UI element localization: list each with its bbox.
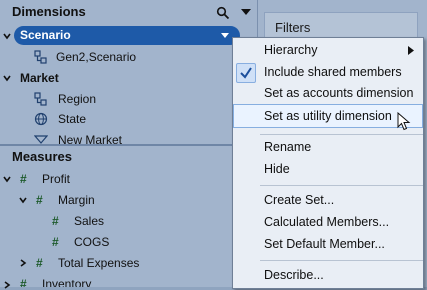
inventory-label: Inventory bbox=[42, 277, 92, 287]
chevron-down-icon[interactable] bbox=[2, 174, 12, 184]
margin-label: Margin bbox=[58, 193, 95, 207]
dimension-level-gen2-scenario[interactable]: Gen2,Scenario bbox=[34, 47, 234, 67]
menu-item-label: Calculated Members... bbox=[264, 215, 390, 229]
measure-item-cogs[interactable]: # COGS bbox=[52, 232, 232, 252]
dimension-item-scenario[interactable]: Scenario bbox=[14, 26, 240, 45]
dimension-level-region[interactable]: Region bbox=[34, 89, 234, 109]
filter-icon bbox=[34, 135, 48, 144]
menu-item-label: Include shared members bbox=[264, 65, 402, 79]
measure-hash-icon: # bbox=[36, 256, 43, 270]
menu-separator bbox=[260, 134, 423, 135]
measure-item-sales[interactable]: # Sales bbox=[52, 211, 232, 231]
menu-item-set-accounts-dimension[interactable]: Set as accounts dimension bbox=[233, 83, 423, 99]
menu-item-include-shared-members[interactable]: Include shared members bbox=[233, 62, 423, 83]
chevron-right-icon[interactable] bbox=[18, 258, 28, 268]
menu-item-hide[interactable]: Hide bbox=[233, 159, 423, 180]
menu-item-label: Hierarchy bbox=[264, 43, 318, 57]
scenario-label: Scenario bbox=[20, 28, 71, 42]
checkmark-icon bbox=[236, 63, 256, 83]
dimensions-header: Dimensions bbox=[0, 2, 257, 22]
menu-item-label: Rename bbox=[264, 140, 312, 154]
measure-item-profit[interactable]: # Profit bbox=[20, 169, 220, 189]
globe-icon bbox=[34, 112, 48, 126]
chevron-down-icon[interactable] bbox=[220, 32, 230, 39]
context-menu: Hierarchy Include shared members Set as … bbox=[232, 37, 424, 289]
measure-hash-icon: # bbox=[52, 235, 59, 249]
menu-item-rename[interactable]: Rename bbox=[233, 137, 423, 158]
measure-item-total-expenses[interactable]: # Total Expenses bbox=[36, 253, 236, 273]
measures-title: Measures bbox=[12, 149, 72, 164]
menu-item-label: Set as utility dimension bbox=[264, 109, 392, 123]
measure-item-inventory[interactable]: # Inventory bbox=[20, 274, 220, 287]
chevron-right-icon[interactable] bbox=[2, 280, 12, 290]
menu-item-label: Describe... bbox=[264, 268, 324, 282]
dimension-item-new-market[interactable]: New Market bbox=[34, 130, 234, 144]
filters-title: Filters bbox=[275, 20, 311, 35]
dimensions-title: Dimensions bbox=[12, 4, 86, 19]
market-label: Market bbox=[20, 71, 59, 85]
profit-label: Profit bbox=[42, 172, 71, 186]
hierarchy-level-icon bbox=[34, 50, 47, 64]
pane-menu-icon[interactable] bbox=[240, 7, 252, 17]
hierarchy-level-icon bbox=[34, 92, 47, 106]
menu-item-label: Set Default Member... bbox=[264, 237, 385, 251]
menu-separator bbox=[260, 185, 423, 186]
pane-divider[interactable] bbox=[0, 144, 257, 146]
gen2-scenario-label: Gen2,Scenario bbox=[56, 50, 137, 64]
total-expenses-label: Total Expenses bbox=[58, 256, 140, 270]
measure-hash-icon: # bbox=[20, 172, 27, 186]
cogs-label: COGS bbox=[74, 235, 110, 249]
submenu-arrow-icon bbox=[408, 46, 414, 55]
dimension-level-state[interactable]: State bbox=[34, 109, 234, 129]
dimension-item-market[interactable]: Market bbox=[20, 68, 220, 88]
menu-item-calculated-members[interactable]: Calculated Members... bbox=[233, 212, 423, 233]
new-market-label: New Market bbox=[58, 133, 123, 144]
menu-item-describe[interactable]: Describe... bbox=[233, 265, 423, 286]
menu-item-label: Hide bbox=[264, 162, 290, 176]
menu-item-create-set[interactable]: Create Set... bbox=[233, 190, 423, 211]
measure-hash-icon: # bbox=[52, 214, 59, 228]
data-pane: Dimensions Scenario Gen2,Scenario Market bbox=[0, 0, 257, 290]
menu-item-set-default-member[interactable]: Set Default Member... bbox=[233, 234, 423, 255]
search-icon[interactable] bbox=[216, 6, 230, 20]
sales-label: Sales bbox=[74, 214, 105, 228]
measures-header: Measures bbox=[0, 147, 257, 167]
measure-hash-icon: # bbox=[20, 277, 27, 287]
menu-separator bbox=[260, 260, 423, 261]
region-label: Region bbox=[58, 92, 97, 106]
chevron-down-icon[interactable] bbox=[2, 73, 12, 83]
chevron-down-icon[interactable] bbox=[2, 31, 12, 41]
menu-item-label: Create Set... bbox=[264, 193, 335, 207]
menu-item-label: Set as accounts dimension bbox=[264, 86, 414, 99]
measure-item-margin[interactable]: # Margin bbox=[36, 190, 236, 210]
measure-hash-icon: # bbox=[36, 193, 43, 207]
menu-item-set-utility-dimension[interactable]: Set as utility dimension bbox=[233, 104, 423, 128]
mouse-cursor-icon bbox=[397, 112, 411, 131]
chevron-down-icon[interactable] bbox=[18, 195, 28, 205]
state-label: State bbox=[58, 112, 87, 126]
menu-item-hierarchy[interactable]: Hierarchy bbox=[233, 40, 423, 61]
